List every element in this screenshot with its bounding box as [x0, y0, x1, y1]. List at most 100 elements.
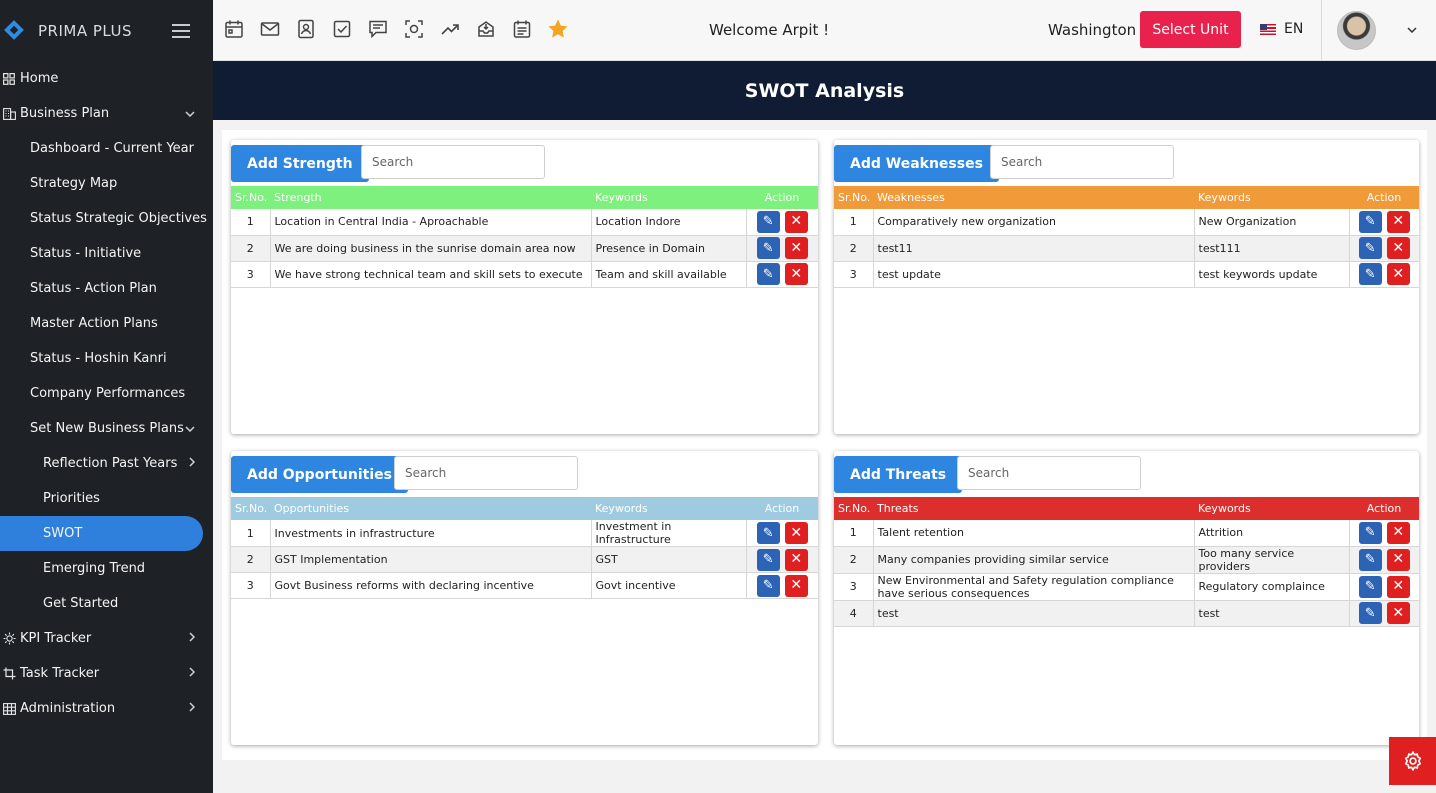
col-strength: Strength — [270, 186, 591, 209]
edit-pencil-icon[interactable]: ✎ — [1358, 575, 1382, 598]
sidebar-item-home[interactable]: Home — [0, 61, 213, 96]
sidebar-item-kpi-tracker[interactable]: KPI Tracker — [0, 621, 213, 656]
sidebar-item-reflection-past-years[interactable]: Reflection Past Years — [0, 446, 213, 481]
edit-pencil-icon[interactable]: ✎ — [1358, 237, 1382, 259]
sidebar-item-task-tracker[interactable]: Task Tracker — [0, 656, 213, 691]
delete-x-icon[interactable]: ✕ — [784, 548, 808, 571]
select-unit-button[interactable]: Select Unit — [1140, 11, 1241, 48]
add-opportunities-button[interactable]: Add Opportunities — [231, 456, 408, 493]
sidebar-item-status-initiative[interactable]: Status - Initiative — [0, 236, 213, 271]
col-sr-no: Sr.No. — [834, 186, 873, 209]
cell-keywords: Too many service providers — [1194, 546, 1350, 574]
edit-pencil-icon[interactable]: ✎ — [756, 237, 780, 259]
delete-x-icon[interactable]: ✕ — [1386, 521, 1410, 544]
grid-icon — [2, 72, 16, 86]
settings-gear-icon[interactable] — [1389, 737, 1436, 785]
sidebar-item-company-performances[interactable]: Company Performances — [0, 376, 213, 411]
calendar-icon[interactable] — [223, 18, 245, 40]
star-icon[interactable] — [547, 18, 569, 40]
sidebar-item-priorities[interactable]: Priorities — [0, 481, 213, 516]
chevron-right-icon — [189, 632, 196, 645]
message-board-icon[interactable] — [367, 18, 389, 40]
delete-x-icon[interactable]: ✕ — [784, 237, 808, 259]
sidebar-item-business-plan[interactable]: Business Plan — [0, 96, 213, 131]
threat-search-input[interactable] — [957, 456, 1141, 490]
cell-sr-no: 1 — [834, 209, 874, 236]
col-opportunities: Opportunities — [270, 497, 591, 520]
sidebar-item-label: Administration — [20, 701, 116, 716]
cell-sr-no: 2 — [231, 235, 271, 262]
edit-pencil-icon[interactable]: ✎ — [1358, 548, 1382, 571]
sidebar-item-get-started[interactable]: Get Started — [0, 586, 213, 621]
edit-pencil-icon[interactable]: ✎ — [756, 263, 780, 285]
cell-threat: test — [873, 600, 1195, 627]
sidebar-item-label: Home — [20, 71, 59, 86]
brand: PRIMA PLUS — [0, 0, 213, 61]
sidebar-item-strategy-map[interactable]: Strategy Map — [0, 166, 213, 201]
sidebar-item-status-action-plan[interactable]: Status - Action Plan — [0, 271, 213, 306]
edit-pencil-icon[interactable]: ✎ — [756, 522, 780, 544]
edit-pencil-icon[interactable]: ✎ — [1358, 602, 1382, 624]
chevron-down-icon[interactable] — [1407, 22, 1417, 36]
opportunity-search-input[interactable] — [394, 456, 578, 490]
scan-icon[interactable] — [403, 18, 425, 40]
delete-x-icon[interactable]: ✕ — [784, 574, 808, 597]
delete-x-icon[interactable]: ✕ — [784, 263, 808, 285]
sidebar-item-status-hoshin-kanri[interactable]: Status - Hoshin Kanri — [0, 341, 213, 376]
edit-pencil-icon[interactable]: ✎ — [1358, 210, 1382, 233]
add-threats-button[interactable]: Add Threats — [834, 456, 963, 493]
delete-x-icon[interactable]: ✕ — [1386, 575, 1410, 598]
hamburger-menu-icon[interactable] — [172, 23, 190, 38]
sidebar-item-label: Business Plan — [20, 106, 110, 121]
sidebar-item-master-action-plans[interactable]: Master Action Plans — [0, 306, 213, 341]
edit-pencil-icon[interactable]: ✎ — [1358, 521, 1382, 544]
add-weaknesses-button[interactable]: Add Weaknesses — [834, 145, 999, 182]
table-row: 3 New Environmental and Safety regulatio… — [834, 573, 1419, 601]
delete-x-icon[interactable]: ✕ — [1386, 210, 1410, 233]
mail-icon[interactable] — [259, 18, 281, 40]
notes-calendar-icon[interactable] — [511, 18, 533, 40]
cell-action: ✎ ✕ — [1349, 209, 1419, 236]
delete-x-icon[interactable]: ✕ — [1386, 237, 1410, 259]
avatar[interactable] — [1337, 11, 1376, 50]
edit-pencil-icon[interactable]: ✎ — [756, 210, 780, 233]
col-keywords: Keywords — [1194, 497, 1349, 520]
delete-x-icon[interactable]: ✕ — [1386, 263, 1410, 285]
trending-up-icon[interactable] — [439, 18, 461, 40]
edit-pencil-icon[interactable]: ✎ — [756, 574, 780, 597]
strength-search-input[interactable] — [361, 145, 545, 179]
sidebar-item-label: Emerging Trend — [43, 561, 146, 576]
add-strength-button[interactable]: Add Strength — [231, 145, 369, 182]
sidebar-item-label: Status - Initiative — [30, 246, 142, 261]
language-selector[interactable]: EN — [1260, 21, 1303, 37]
delete-x-icon[interactable]: ✕ — [1386, 548, 1410, 571]
welcome-message: Welcome Arpit ! — [709, 21, 830, 39]
cell-sr-no: 1 — [231, 520, 271, 547]
cell-action: ✎ ✕ — [1349, 261, 1419, 288]
sidebar-item-dashboard-current-year[interactable]: Dashboard - Current Year — [0, 131, 213, 166]
sidebar-item-swot[interactable]: SWOT — [0, 516, 203, 551]
sidebar-item-status-strategic-objectives[interactable]: Status Strategic Objectives — [0, 201, 213, 236]
edit-pencil-icon[interactable]: ✎ — [756, 548, 780, 571]
opportunity-card: Add Opportunities Sr.No. Opportunities K… — [231, 451, 818, 745]
sidebar-item-emerging-trend[interactable]: Emerging Trend — [0, 551, 213, 586]
col-action: Action — [1349, 186, 1419, 209]
cell-action: ✎ ✕ — [746, 520, 818, 547]
inbox-download-icon[interactable] — [475, 18, 497, 40]
table-row: 2 We are doing business in the sunrise d… — [231, 235, 818, 262]
cell-keywords: GST — [591, 546, 747, 573]
sidebar-item-administration[interactable]: Administration — [0, 691, 213, 726]
table-row: 1 Location in Central India - Aproachabl… — [231, 209, 818, 236]
delete-x-icon[interactable]: ✕ — [784, 522, 808, 544]
sidebar-item-set-new-business-plans[interactable]: Set New Business Plans — [0, 411, 213, 446]
chevron-right-icon — [189, 667, 196, 680]
cell-keywords: New Organization — [1194, 209, 1350, 236]
contact-card-icon[interactable] — [295, 18, 317, 40]
checkbox-icon[interactable] — [331, 18, 353, 40]
edit-pencil-icon[interactable]: ✎ — [1358, 263, 1382, 285]
delete-x-icon[interactable]: ✕ — [784, 210, 808, 233]
delete-x-icon[interactable]: ✕ — [1386, 602, 1410, 624]
cell-strength: Location in Central India - Aproachable — [270, 209, 592, 236]
weakness-search-input[interactable] — [990, 145, 1174, 179]
sidebar-item-label: Strategy Map — [30, 176, 118, 191]
